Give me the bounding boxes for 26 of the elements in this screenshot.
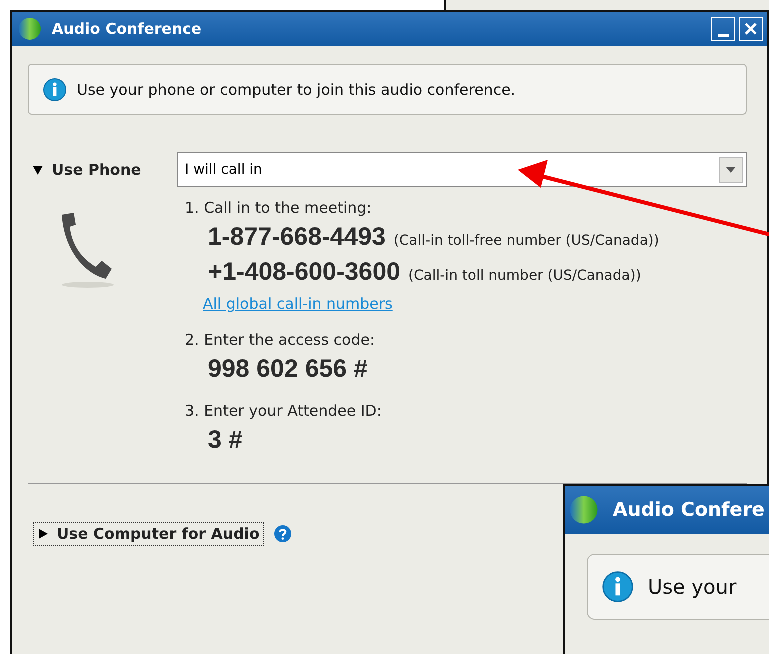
help-icon[interactable] xyxy=(274,525,292,543)
window-title: Audio Confere xyxy=(613,499,765,521)
use-computer-toggle[interactable]: Use Computer for Audio xyxy=(33,522,264,546)
number-note: (Call-in toll-free number (US/Canada)) xyxy=(394,233,660,249)
step-label: 1. Call in to the meeting: xyxy=(185,199,373,217)
number-note: (Call-in toll number (US/Canada)) xyxy=(408,268,642,284)
window-title: Audio Conference xyxy=(52,20,202,38)
info-text: Use your phone or computer to join this audio conference. xyxy=(77,80,516,98)
triangle-icon xyxy=(32,164,44,176)
step-label: 2. Enter the access code: xyxy=(185,331,376,349)
minimize-icon xyxy=(718,34,728,36)
info-icon xyxy=(602,571,634,603)
minimize-button[interactable] xyxy=(711,17,735,41)
phone-number: +1-408-600-3600 xyxy=(208,258,401,287)
info-text: Use your xyxy=(648,575,737,599)
globe-icon xyxy=(569,495,599,525)
step-label: 3. Enter your Attendee ID: xyxy=(185,402,383,420)
phone-number: 1-877-668-4493 xyxy=(208,223,386,252)
info-icon xyxy=(43,78,67,102)
phone-number: 3 # xyxy=(208,426,243,455)
globe-icon xyxy=(18,17,42,41)
triangle-icon xyxy=(37,528,49,540)
close-button[interactable] xyxy=(739,17,763,41)
call-mode-dropdown[interactable]: I will call in xyxy=(177,152,747,187)
phone-number: 998 602 656 # xyxy=(208,355,368,384)
use-phone-toggle[interactable]: Use Phone xyxy=(28,158,146,182)
